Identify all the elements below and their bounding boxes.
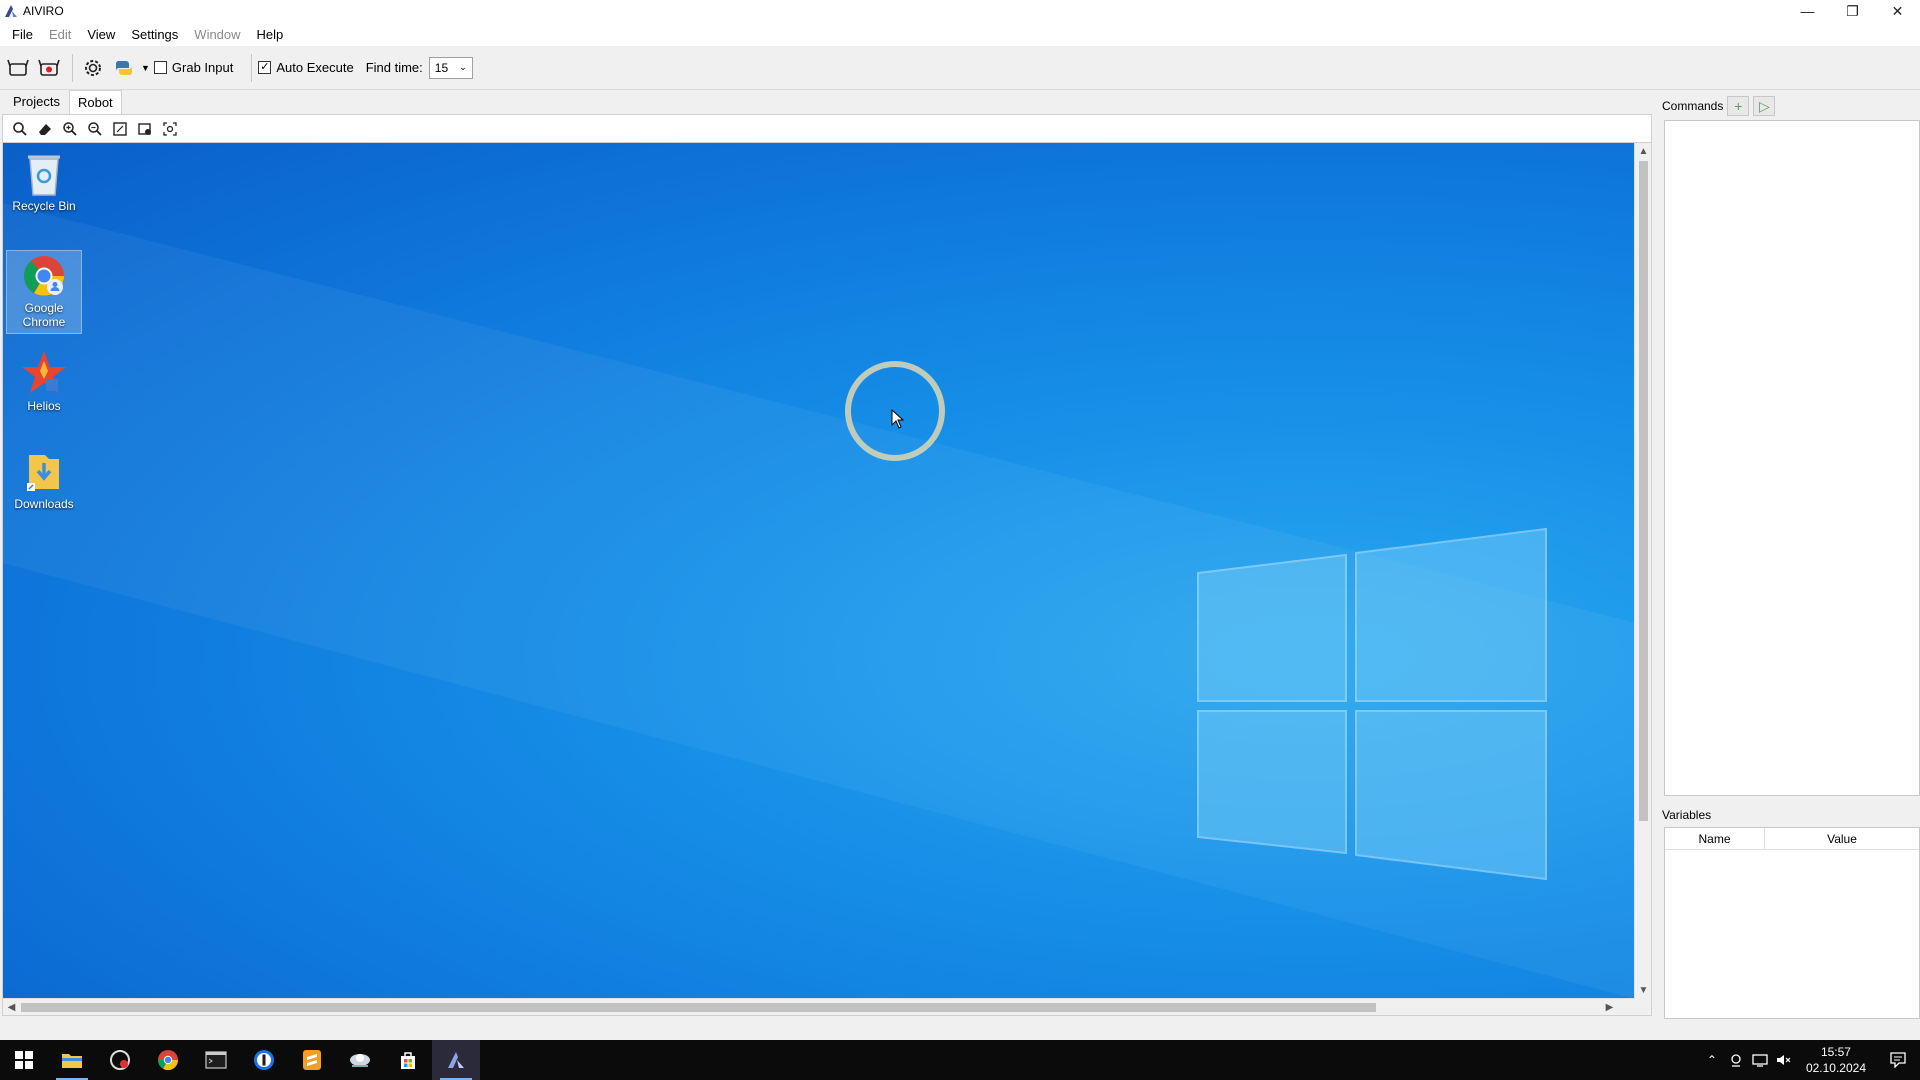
- recorder-app-icon[interactable]: [96, 1040, 144, 1080]
- menu-view[interactable]: View: [79, 27, 123, 42]
- main-toolbar: ▼ Grab Input ✓ Auto Execute Find time: 1…: [0, 46, 1920, 90]
- terminal-icon[interactable]: [192, 1040, 240, 1080]
- fit-screen-icon[interactable]: [109, 118, 131, 140]
- menu-file[interactable]: File: [4, 27, 41, 42]
- toolbar-separator: [72, 53, 73, 82]
- toolbar-separator: [251, 53, 253, 82]
- title-bar: AIVIRO — ❐ ✕: [0, 0, 1920, 22]
- find-time-select[interactable]: 15 ⌄: [428, 56, 473, 79]
- variables-column-value[interactable]: Value: [1765, 828, 1919, 849]
- notification-icon[interactable]: [1876, 1040, 1920, 1080]
- vertical-scroll-thumb[interactable]: [1639, 161, 1648, 821]
- horizontal-scrollbar[interactable]: ◀ ▶: [3, 998, 1635, 1015]
- scroll-left-icon[interactable]: ◀: [3, 999, 20, 1015]
- desktop-icon-label: Google Chrome: [22, 301, 66, 329]
- taskbar: ⌃ 15:57 02.10.2024: [0, 1040, 1920, 1080]
- menu-settings[interactable]: Settings: [123, 27, 186, 42]
- robot-screen-viewer[interactable]: Recycle Bin Google Chrome Helios Downloa…: [2, 142, 1652, 1016]
- view-tabs: Projects Robot: [0, 90, 1650, 114]
- search-icon[interactable]: [9, 118, 31, 140]
- desktop-icon-label: Helios: [27, 399, 61, 413]
- zoom-in-icon[interactable]: [59, 118, 81, 140]
- grab-input-label: Grab Input: [171, 60, 234, 75]
- variables-table-header: Name Value: [1665, 828, 1919, 850]
- scroll-down-icon[interactable]: ▼: [1635, 982, 1651, 999]
- eraser-icon[interactable]: [34, 118, 56, 140]
- grab-input-checkbox[interactable]: Grab Input: [153, 60, 234, 75]
- variables-column-name[interactable]: Name: [1665, 828, 1765, 849]
- horizontal-scroll-thumb[interactable]: [21, 1003, 1376, 1012]
- run-command-icon[interactable]: ▷: [1753, 96, 1776, 116]
- system-tray: ⌃ 15:57 02.10.2024: [1700, 1040, 1920, 1080]
- find-time-label: Find time:: [365, 60, 423, 75]
- viewer-toolbar: [2, 114, 1652, 142]
- chrome-icon[interactable]: [144, 1040, 192, 1080]
- menu-bar: File Edit View Settings Window Help: [0, 22, 1920, 46]
- zoom-out-icon[interactable]: [84, 118, 106, 140]
- clock-date: 02.10.2024: [1805, 1061, 1866, 1075]
- menu-edit[interactable]: Edit: [41, 27, 79, 42]
- desktop-icon-helios[interactable]: Helios: [6, 349, 82, 413]
- windows-wallpaper-logo: [3, 203, 1635, 999]
- recycle-bin-icon: [28, 155, 60, 196]
- camera-capture-icon[interactable]: [159, 118, 181, 140]
- webcam-icon[interactable]: [1724, 1040, 1748, 1080]
- find-time-control: Find time: 15 ⌄: [365, 56, 473, 79]
- minimize-button[interactable]: —: [1785, 0, 1830, 22]
- aiviro-logo-icon: [3, 3, 19, 19]
- auto-execute-checkbox[interactable]: ✓ Auto Execute: [258, 60, 354, 75]
- auto-execute-label: Auto Execute: [276, 60, 354, 75]
- python-icon[interactable]: [110, 54, 138, 82]
- desktop-icon-downloads[interactable]: Downloads: [6, 449, 82, 511]
- microsoft-store-icon[interactable]: [384, 1040, 432, 1080]
- desktop-icon-google-chrome[interactable]: Google Chrome: [6, 250, 82, 334]
- window-title: AIVIRO: [23, 4, 64, 18]
- scroll-up-icon[interactable]: ▲: [1635, 143, 1651, 160]
- commands-header: Commands + ▷: [1662, 94, 1920, 118]
- checkmark-icon[interactable]: ✓: [258, 61, 272, 74]
- chevron-down-icon: ⌄: [459, 62, 467, 72]
- gear-icon[interactable]: [79, 54, 107, 82]
- find-time-value: 15: [434, 60, 449, 75]
- robot-connect-icon[interactable]: [4, 54, 32, 82]
- desktop-icon-label: Downloads: [14, 497, 74, 511]
- taskbar-clock[interactable]: 15:57 02.10.2024: [1806, 1044, 1866, 1076]
- network-icon[interactable]: [1748, 1040, 1772, 1080]
- variables-label: Variables: [1662, 808, 1712, 822]
- menu-window[interactable]: Window: [186, 27, 248, 42]
- sublime-text-icon[interactable]: [288, 1040, 336, 1080]
- file-explorer-icon[interactable]: [48, 1040, 96, 1080]
- variables-panel[interactable]: Name Value: [1664, 827, 1920, 1019]
- add-command-icon[interactable]: +: [1727, 96, 1750, 116]
- network-app-icon[interactable]: [336, 1040, 384, 1080]
- vertical-scrollbar[interactable]: ▲ ▼: [1634, 143, 1651, 999]
- tab-robot[interactable]: Robot: [68, 90, 122, 114]
- tab-projects[interactable]: Projects: [4, 89, 69, 114]
- chrome-icon: [24, 256, 64, 296]
- commands-panel[interactable]: [1664, 120, 1920, 796]
- aiviro-taskbar-icon[interactable]: [432, 1040, 480, 1080]
- chevron-up-icon[interactable]: ⌃: [1700, 1040, 1724, 1080]
- robot-record-icon[interactable]: [35, 54, 63, 82]
- menu-help[interactable]: Help: [249, 27, 292, 42]
- downloads-folder-icon: [27, 455, 59, 491]
- scroll-right-icon[interactable]: ▶: [1601, 999, 1618, 1015]
- mouse-cursor-icon: [891, 409, 905, 429]
- grab-input-box[interactable]: [153, 61, 167, 74]
- helios-icon: [22, 351, 66, 393]
- desktop-icon-label: Recycle Bin: [12, 199, 76, 213]
- chevron-down-icon[interactable]: ▼: [141, 63, 150, 73]
- restore-button[interactable]: ❐: [1830, 0, 1875, 22]
- desktop-icon-recycle-bin[interactable]: Recycle Bin: [6, 151, 82, 213]
- close-button[interactable]: ✕: [1875, 0, 1920, 22]
- windows-start-icon[interactable]: [0, 1040, 48, 1080]
- password-manager-icon[interactable]: [240, 1040, 288, 1080]
- clock-time: 15:57: [1820, 1045, 1851, 1059]
- volume-muted-icon[interactable]: [1772, 1040, 1796, 1080]
- commands-label: Commands: [1662, 99, 1724, 113]
- remote-desktop[interactable]: Recycle Bin Google Chrome Helios Downloa…: [3, 143, 1635, 999]
- screenshot-icon[interactable]: [134, 118, 156, 140]
